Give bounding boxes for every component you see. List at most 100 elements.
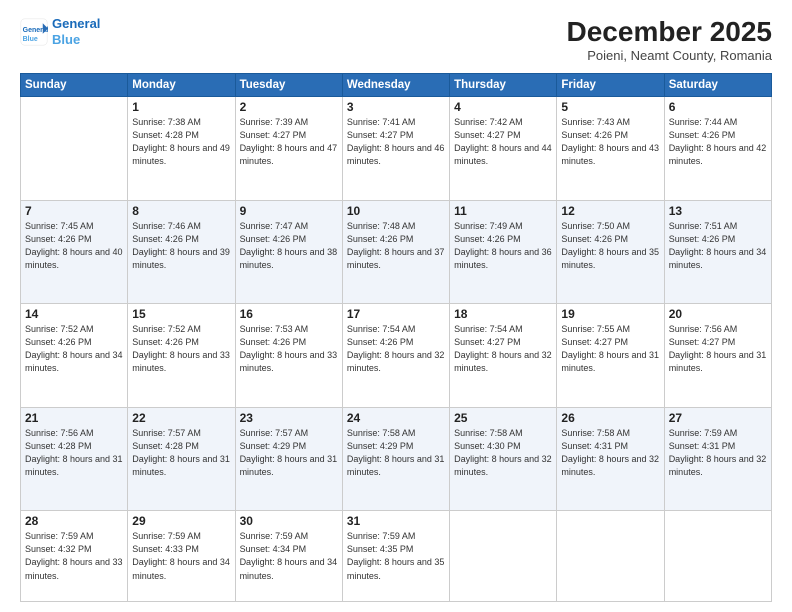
month-title: December 2025 <box>567 16 772 48</box>
calendar-cell: 20 Sunrise: 7:56 AMSunset: 4:27 PMDayligh… <box>664 304 771 408</box>
page: General Blue General Blue December 2025 … <box>0 0 792 612</box>
day-info: Sunrise: 7:41 AMSunset: 4:27 PMDaylight:… <box>347 116 445 168</box>
day-number: 10 <box>347 204 445 218</box>
day-info: Sunrise: 7:50 AMSunset: 4:26 PMDaylight:… <box>561 220 659 272</box>
day-number: 14 <box>25 307 123 321</box>
day-number: 5 <box>561 100 659 114</box>
day-info: Sunrise: 7:53 AMSunset: 4:26 PMDaylight:… <box>240 323 338 375</box>
day-number: 9 <box>240 204 338 218</box>
calendar-cell: 24 Sunrise: 7:58 AMSunset: 4:29 PMDayligh… <box>342 407 449 511</box>
logo-blue: Blue <box>52 32 100 48</box>
calendar-table: SundayMondayTuesdayWednesdayThursdayFrid… <box>20 73 772 602</box>
day-info: Sunrise: 7:56 AMSunset: 4:28 PMDaylight:… <box>25 427 123 479</box>
day-info: Sunrise: 7:48 AMSunset: 4:26 PMDaylight:… <box>347 220 445 272</box>
day-number: 15 <box>132 307 230 321</box>
col-header-wednesday: Wednesday <box>342 74 449 97</box>
day-number: 3 <box>347 100 445 114</box>
day-info: Sunrise: 7:55 AMSunset: 4:27 PMDaylight:… <box>561 323 659 375</box>
day-number: 12 <box>561 204 659 218</box>
day-number: 22 <box>132 411 230 425</box>
calendar-cell: 9Sunrise: 7:47 AMSunset: 4:26 PMDaylight… <box>235 200 342 304</box>
calendar-cell <box>21 97 128 201</box>
calendar-cell: 15 Sunrise: 7:52 AMSunset: 4:26 PMDayligh… <box>128 304 235 408</box>
calendar-cell: 28Sunrise: 7:59 AMSunset: 4:32 PMDayligh… <box>21 511 128 602</box>
day-info: Sunrise: 7:56 AMSunset: 4:27 PMDaylight:… <box>669 323 767 375</box>
calendar-week-row: 7 Sunrise: 7:45 AMSunset: 4:26 PMDaylight… <box>21 200 772 304</box>
calendar-cell: 27 Sunrise: 7:59 AMSunset: 4:31 PMDayligh… <box>664 407 771 511</box>
day-info: Sunrise: 7:54 AMSunset: 4:27 PMDaylight:… <box>454 323 552 375</box>
calendar-cell: 5 Sunrise: 7:43 AMSunset: 4:26 PMDaylight… <box>557 97 664 201</box>
calendar-header-row: SundayMondayTuesdayWednesdayThursdayFrid… <box>21 74 772 97</box>
day-info: Sunrise: 7:57 AMSunset: 4:28 PMDaylight:… <box>132 427 230 479</box>
day-number: 16 <box>240 307 338 321</box>
day-info: Sunrise: 7:58 AMSunset: 4:29 PMDaylight:… <box>347 427 445 479</box>
calendar-cell: 10 Sunrise: 7:48 AMSunset: 4:26 PMDayligh… <box>342 200 449 304</box>
day-number: 2 <box>240 100 338 114</box>
day-number: 24 <box>347 411 445 425</box>
calendar-cell: 14Sunrise: 7:52 AMSunset: 4:26 PMDayligh… <box>21 304 128 408</box>
svg-text:Blue: Blue <box>23 35 38 42</box>
calendar-cell: 6Sunrise: 7:44 AMSunset: 4:26 PMDaylight… <box>664 97 771 201</box>
day-number: 1 <box>132 100 230 114</box>
calendar-cell: 21 Sunrise: 7:56 AMSunset: 4:28 PMDayligh… <box>21 407 128 511</box>
day-info: Sunrise: 7:39 AMSunset: 4:27 PMDaylight:… <box>240 116 338 168</box>
col-header-friday: Friday <box>557 74 664 97</box>
calendar-cell: 29Sunrise: 7:59 AMSunset: 4:33 PMDayligh… <box>128 511 235 602</box>
day-number: 20 <box>669 307 767 321</box>
calendar-cell: 31Sunrise: 7:59 AMSunset: 4:35 PMDayligh… <box>342 511 449 602</box>
day-number: 21 <box>25 411 123 425</box>
calendar-cell <box>450 511 557 602</box>
day-info: Sunrise: 7:44 AMSunset: 4:26 PMDaylight:… <box>669 116 767 168</box>
day-number: 17 <box>347 307 445 321</box>
calendar-cell: 30 Sunrise: 7:59 AMSunset: 4:34 PMDayligh… <box>235 511 342 602</box>
logo: General Blue General Blue <box>20 16 100 47</box>
calendar-cell: 22 Sunrise: 7:57 AMSunset: 4:28 PMDayligh… <box>128 407 235 511</box>
day-info: Sunrise: 7:58 AMSunset: 4:30 PMDaylight:… <box>454 427 552 479</box>
col-header-saturday: Saturday <box>664 74 771 97</box>
calendar-cell: 26Sunrise: 7:58 AMSunset: 4:31 PMDayligh… <box>557 407 664 511</box>
calendar-cell: 18 Sunrise: 7:54 AMSunset: 4:27 PMDayligh… <box>450 304 557 408</box>
calendar-cell: 7 Sunrise: 7:45 AMSunset: 4:26 PMDaylight… <box>21 200 128 304</box>
day-info: Sunrise: 7:45 AMSunset: 4:26 PMDaylight:… <box>25 220 123 272</box>
day-info: Sunrise: 7:42 AMSunset: 4:27 PMDaylight:… <box>454 116 552 168</box>
calendar-cell: 13Sunrise: 7:51 AMSunset: 4:26 PMDayligh… <box>664 200 771 304</box>
day-info: Sunrise: 7:57 AMSunset: 4:29 PMDaylight:… <box>240 427 338 479</box>
calendar-cell <box>664 511 771 602</box>
calendar-cell <box>557 511 664 602</box>
day-info: Sunrise: 7:49 AMSunset: 4:26 PMDaylight:… <box>454 220 552 272</box>
calendar-cell: 16 Sunrise: 7:53 AMSunset: 4:26 PMDayligh… <box>235 304 342 408</box>
logo-icon: General Blue <box>20 18 48 46</box>
day-info: Sunrise: 7:54 AMSunset: 4:26 PMDaylight:… <box>347 323 445 375</box>
day-number: 13 <box>669 204 767 218</box>
day-number: 31 <box>347 514 445 528</box>
location-subtitle: Poieni, Neamt County, Romania <box>567 48 772 63</box>
day-number: 11 <box>454 204 552 218</box>
day-number: 27 <box>669 411 767 425</box>
title-block: December 2025 Poieni, Neamt County, Roma… <box>567 16 772 63</box>
logo-general: General <box>52 16 100 32</box>
day-number: 29 <box>132 514 230 528</box>
calendar-week-row: 28Sunrise: 7:59 AMSunset: 4:32 PMDayligh… <box>21 511 772 602</box>
day-info: Sunrise: 7:43 AMSunset: 4:26 PMDaylight:… <box>561 116 659 168</box>
calendar-cell: 2 Sunrise: 7:39 AMSunset: 4:27 PMDaylight… <box>235 97 342 201</box>
col-header-sunday: Sunday <box>21 74 128 97</box>
calendar-cell: 23Sunrise: 7:57 AMSunset: 4:29 PMDayligh… <box>235 407 342 511</box>
calendar-cell: 11 Sunrise: 7:49 AMSunset: 4:26 PMDayligh… <box>450 200 557 304</box>
calendar-cell: 12 Sunrise: 7:50 AMSunset: 4:26 PMDayligh… <box>557 200 664 304</box>
day-number: 18 <box>454 307 552 321</box>
day-number: 4 <box>454 100 552 114</box>
calendar-cell: 1 Sunrise: 7:38 AMSunset: 4:28 PMDaylight… <box>128 97 235 201</box>
day-info: Sunrise: 7:52 AMSunset: 4:26 PMDaylight:… <box>132 323 230 375</box>
day-info: Sunrise: 7:38 AMSunset: 4:28 PMDaylight:… <box>132 116 230 168</box>
calendar-cell: 19Sunrise: 7:55 AMSunset: 4:27 PMDayligh… <box>557 304 664 408</box>
day-number: 7 <box>25 204 123 218</box>
calendar-cell: 4 Sunrise: 7:42 AMSunset: 4:27 PMDaylight… <box>450 97 557 201</box>
day-info: Sunrise: 7:59 AMSunset: 4:34 PMDaylight:… <box>240 530 338 582</box>
day-number: 8 <box>132 204 230 218</box>
header: General Blue General Blue December 2025 … <box>20 16 772 63</box>
col-header-tuesday: Tuesday <box>235 74 342 97</box>
day-info: Sunrise: 7:59 AMSunset: 4:32 PMDaylight:… <box>25 530 123 582</box>
day-number: 30 <box>240 514 338 528</box>
calendar-cell: 25Sunrise: 7:58 AMSunset: 4:30 PMDayligh… <box>450 407 557 511</box>
day-info: Sunrise: 7:59 AMSunset: 4:31 PMDaylight:… <box>669 427 767 479</box>
